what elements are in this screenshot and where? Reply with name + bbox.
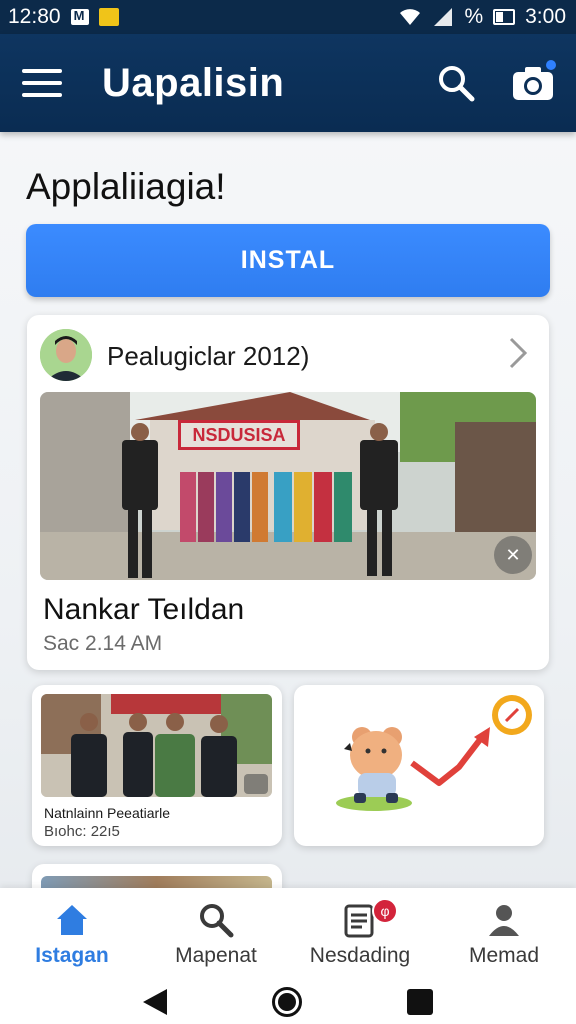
nav-item-nesdading[interactable]: φ Nesdading	[288, 888, 432, 980]
menu-icon[interactable]	[22, 69, 62, 97]
feature-photo[interactable]: NSDUSISA ✕	[40, 392, 536, 580]
author-name: Pealugiclar 2012)	[107, 341, 310, 371]
author-avatar[interactable]	[40, 329, 92, 381]
home-button-icon[interactable]	[271, 987, 302, 1017]
bottom-nav: Istagan Mapenat φ Nesdading Memad	[0, 888, 576, 980]
expand-icon[interactable]	[244, 774, 268, 794]
back-icon[interactable]	[142, 989, 167, 1015]
install-button[interactable]: INSTAL	[26, 224, 550, 297]
small-card[interactable]: Natnlainn Peeatiarle Bıohc: 22ı5	[32, 685, 282, 846]
search-icon	[200, 904, 234, 938]
feature-title: Nankar Teıldan	[43, 593, 245, 626]
page-heading: Applaliiagia!	[26, 166, 226, 207]
signal-icon	[434, 8, 453, 26]
battery-percent: %	[464, 5, 484, 28]
nav-label: Mapenat	[175, 944, 257, 967]
system-nav	[0, 980, 576, 1024]
photo-banner: NSDUSISA	[178, 420, 300, 450]
nav-label: Istagan	[35, 944, 109, 967]
status-time-right: 3:00	[525, 5, 566, 28]
nav-item-mapenat[interactable]: Mapenat	[144, 888, 288, 980]
feature-card[interactable]: Pealugiclar 2012) NSDUSISA ✕ Nankar Teıl…	[27, 315, 549, 670]
small-card-photo[interactable]	[41, 694, 272, 797]
gmail-icon	[70, 8, 89, 25]
illustration-card[interactable]	[294, 685, 544, 846]
camera-icon[interactable]	[512, 60, 556, 102]
notification-badge: φ	[372, 898, 398, 924]
notification-icon	[98, 8, 119, 26]
expand-icon[interactable]: ✕	[494, 536, 532, 574]
status-bar: 12:80 % 3:00	[0, 0, 576, 34]
app-bar: Uapalisin	[0, 34, 576, 132]
small-card-date: Bıohc: 22ı5	[44, 823, 120, 840]
nav-label: Nesdading	[309, 944, 411, 967]
recents-icon[interactable]	[407, 989, 434, 1015]
nav-item-istagan[interactable]: Istagan	[0, 888, 144, 980]
nav-label: Memad	[468, 944, 540, 967]
status-right: % 3:00	[398, 5, 566, 29]
home-icon	[57, 905, 87, 935]
app-title: Uapalisin	[102, 60, 285, 105]
camera-notification-dot	[546, 60, 556, 70]
status-time-left: 12:80	[8, 5, 61, 28]
chevron-right-icon[interactable]	[507, 335, 529, 371]
nav-item-memad[interactable]: Memad	[432, 888, 576, 980]
growth-illustration	[336, 695, 532, 811]
status-left: 12:80	[8, 5, 119, 29]
search-icon[interactable]	[436, 63, 476, 103]
battery-icon	[493, 9, 516, 25]
person-icon	[489, 905, 519, 936]
wifi-icon	[400, 9, 421, 25]
small-card-title: Natnlainn Peeatiarle	[44, 805, 171, 821]
feature-time: Sac 2.14 AM	[43, 632, 163, 655]
